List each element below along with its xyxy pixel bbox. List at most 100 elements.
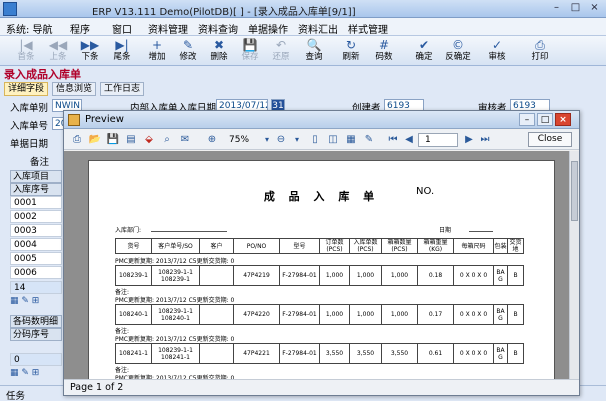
close-icon[interactable]: × [586,1,603,16]
page-number-input[interactable]: 1 [418,133,458,147]
menu-bar: 系统: 导航 程序 窗口 资料管理 资料查询 单据操作 资料汇出 样式管理 [0,18,606,36]
menu-data-export[interactable]: 资料汇出 [298,21,338,36]
edit-button[interactable]: ✎ 修改 [174,38,202,64]
preview-toolbar: ⎙ 📂 💾 ▤ ⬙ ⌕ ✉ ⊕ 75% ▾ ⊖ ▾ ▯ ◫ ▦ ✎ ⏮ ◀ 1 … [64,130,579,150]
undo-button[interactable]: ↶ 还原 [267,38,295,64]
dept-underline [151,231,227,232]
preview-maximize-icon[interactable]: □ [537,113,553,126]
menu-system[interactable]: 系统: 导航 [6,21,53,36]
one-page-icon[interactable]: ▯ [308,133,322,147]
confirm-button[interactable]: ✔ 确定 [410,38,438,64]
save-icon[interactable]: 💾 [106,133,120,147]
minimize-icon[interactable]: – [548,1,565,16]
col-header: PO/NO [233,238,280,254]
save-button[interactable]: 💾 保存 [236,38,264,64]
prev-record-button[interactable]: ◀◀ 上条 [44,38,72,64]
first-record-button[interactable]: |◀ 首条 [12,38,40,64]
two-page-icon[interactable]: ◫ [326,133,340,147]
page-status: Page 1 of 2 [70,382,124,393]
note-label: 备注 [30,157,50,168]
zoom-chevron-down-icon[interactable]: ▾ [290,133,304,147]
date-underline [469,231,493,232]
last-record-button[interactable]: ▶| 尾条 [108,38,136,64]
col-header: 入库单数(PCS) [349,238,382,254]
first-page-icon[interactable]: ⏮ [386,133,400,147]
col-header: 客户单号/SO [151,238,200,254]
menu-document-ops[interactable]: 单据操作 [248,21,288,36]
delete-button[interactable]: ✖ 删除 [205,38,233,64]
grid-edit-icons[interactable]: ▦ ✎ ⊞ [10,296,39,310]
col-header: 箱箱重量(KG) [417,238,454,254]
table-row[interactable]: 0003 [10,224,62,237]
menu-data-query[interactable]: 资料查询 [198,21,238,36]
preview-minimize-icon[interactable]: – [519,113,535,126]
scrollbar-thumb[interactable] [571,161,578,221]
col-header: 货号 [115,238,152,254]
zoom-in-icon[interactable]: ⊕ [205,133,219,147]
col-header: 客户 [199,238,234,254]
page-setup-icon[interactable]: ▤ [124,133,138,147]
pdf-icon[interactable]: ⬙ [142,133,156,147]
add-button[interactable]: + 增加 [143,38,171,64]
size-button[interactable]: # 码数 [370,38,398,64]
zoom-out-icon[interactable]: ⊖ [274,133,288,147]
open-icon[interactable]: 📂 [88,133,102,147]
size-icon: # [378,38,390,52]
preview-statusbar: Page 1 of 2 [64,379,579,395]
print-icon[interactable]: ⎙ [70,133,84,147]
report-title: 成 品 入 库 单 [263,190,380,203]
type-label: 入库单别 [10,103,49,114]
edit-page-icon[interactable]: ✎ [362,133,376,147]
preview-titlebar: Preview – □ × [64,111,579,129]
window-title: ERP V13.111 Demo(PilotDB)[ ] - [录入成品入库单[… [92,7,356,18]
audit-button[interactable]: ✓ 审核 [483,38,511,64]
preview-scrollbar[interactable] [569,151,579,379]
email-icon[interactable]: ✉ [178,133,192,147]
preview-close-button[interactable]: Close [528,132,572,147]
table-row[interactable]: 0005 [10,252,62,265]
check-icon: ✔ [418,38,430,52]
prev-page-icon[interactable]: ◀ [402,133,416,147]
chevron-down-icon[interactable]: ▾ [260,133,274,147]
delete-icon: ✖ [213,38,225,52]
print-button[interactable]: ⎙ 打印 [526,38,554,64]
taskbar-item[interactable]: 任务 [6,388,25,401]
tab-info-browse[interactable]: 信息浏览 [52,82,97,96]
report-row: 108241-1 108239-1-1 108241-1 47P4221 F-2… [115,343,524,364]
col-header: 订单数(PCS) [319,238,350,254]
tab-work-log[interactable]: 工作日志 [100,82,145,96]
report-note: PMC更新复期: 2013/7/12 C5更新交货期: 0 [115,297,235,304]
refresh-button[interactable]: ↻ 刷新 [337,38,365,64]
menu-style-management[interactable]: 样式管理 [348,21,388,36]
prev-icon: ◀◀ [48,38,68,52]
grid2-edit-icons[interactable]: ▦ ✎ ⊞ [10,368,39,382]
next-page-icon[interactable]: ▶ [462,133,476,147]
multi-page-icon[interactable]: ▦ [344,133,358,147]
preview-close-icon[interactable]: × [555,113,571,126]
refresh-icon: ↻ [345,38,357,52]
col-header: 每箱尺码 [453,238,494,254]
maximize-icon[interactable]: □ [567,1,584,16]
undo-icon: ↶ [275,38,287,52]
table-row[interactable]: 0006 [10,266,62,279]
find-icon[interactable]: ⌕ [160,133,174,147]
table-row[interactable]: 0002 [10,210,62,223]
table-row[interactable]: 0004 [10,238,62,251]
next-record-button[interactable]: ▶▶ 下条 [76,38,104,64]
date-label: 单据日期 [10,139,49,150]
first-icon: |◀ [19,38,33,52]
table-row[interactable]: 0001 [10,196,62,209]
last-page-icon[interactable]: ⏭ [478,133,492,147]
menu-data-management[interactable]: 资料管理 [148,21,188,36]
unconfirm-icon: © [452,38,464,52]
printer-icon: ⎙ [535,38,545,52]
report-note: PMC更新复期: 2013/7/12 C5更新交货期: 0 [115,336,235,343]
menu-program[interactable]: 程序 [70,21,90,36]
query-button[interactable]: 🔍 查询 [300,38,328,64]
zoom-select[interactable]: 75% [229,133,249,147]
menu-window[interactable]: 窗口 [112,21,132,36]
unconfirm-button[interactable]: © 反确定 [444,38,472,64]
grid-header-seq: 入库序号 [10,183,62,196]
report-page: 成 品 入 库 单 NO. 入库部门: 日期 货号 客户单号/SO 客户 PO/… [88,160,555,379]
tab-detail-fields[interactable]: 详细字段 [4,82,49,96]
